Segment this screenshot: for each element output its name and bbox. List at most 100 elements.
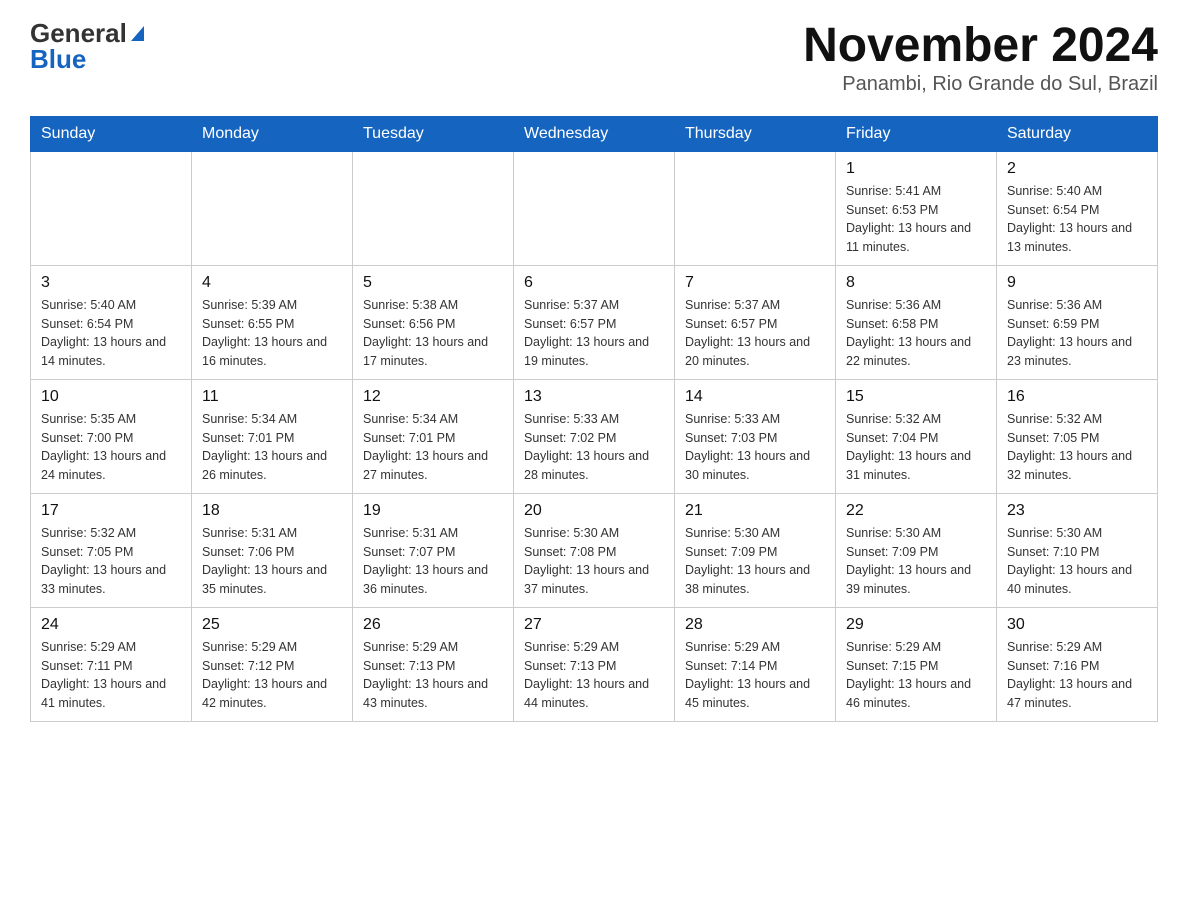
day-info: Sunrise: 5:29 AMSunset: 7:15 PMDaylight:… xyxy=(846,638,986,713)
header-tuesday: Tuesday xyxy=(353,116,514,151)
day-number: 6 xyxy=(524,274,664,292)
month-title: November 2024 xyxy=(803,20,1158,73)
day-info: Sunrise: 5:30 AMSunset: 7:09 PMDaylight:… xyxy=(846,524,986,599)
day-info: Sunrise: 5:36 AMSunset: 6:58 PMDaylight:… xyxy=(846,296,986,371)
page-header: General Blue November 2024 Panambi, Rio … xyxy=(30,20,1158,96)
day-number: 14 xyxy=(685,388,825,406)
day-number: 24 xyxy=(41,616,181,634)
day-info: Sunrise: 5:29 AMSunset: 7:11 PMDaylight:… xyxy=(41,638,181,713)
day-number: 29 xyxy=(846,616,986,634)
header-monday: Monday xyxy=(192,116,353,151)
calendar-cell: 3Sunrise: 5:40 AMSunset: 6:54 PMDaylight… xyxy=(31,265,192,379)
calendar-cell: 8 Sunrise: 5:36 AMSunset: 6:58 PMDaylight… xyxy=(836,265,997,379)
logo: General Blue xyxy=(30,20,144,72)
header-thursday: Thursday xyxy=(675,116,836,151)
calendar-cell: 27 Sunrise: 5:29 AMSunset: 7:13 PMDayligh… xyxy=(514,607,675,721)
day-info: Sunrise: 5:40 AMSunset: 6:54 PMDaylight:… xyxy=(1007,182,1147,257)
calendar-cell xyxy=(675,151,836,265)
calendar-cell: 11 Sunrise: 5:34 AMSunset: 7:01 PMDayligh… xyxy=(192,379,353,493)
day-number: 11 xyxy=(202,388,342,406)
day-info: Sunrise: 5:30 AMSunset: 7:09 PMDaylight:… xyxy=(685,524,825,599)
day-info: Sunrise: 5:32 AMSunset: 7:04 PMDaylight:… xyxy=(846,410,986,485)
logo-triangle-icon xyxy=(131,26,144,41)
day-info: Sunrise: 5:35 AMSunset: 7:00 PMDaylight:… xyxy=(41,410,181,485)
calendar-week-row: 1 Sunrise: 5:41 AMSunset: 6:53 PMDaylight… xyxy=(31,151,1158,265)
calendar-cell: 10Sunrise: 5:35 AMSunset: 7:00 PMDayligh… xyxy=(31,379,192,493)
day-number: 20 xyxy=(524,502,664,520)
day-info: Sunrise: 5:41 AMSunset: 6:53 PMDaylight:… xyxy=(846,182,986,257)
logo-blue-text: Blue xyxy=(30,46,86,72)
calendar-cell: 24 Sunrise: 5:29 AMSunset: 7:11 PMDayligh… xyxy=(31,607,192,721)
day-info: Sunrise: 5:36 AMSunset: 6:59 PMDaylight:… xyxy=(1007,296,1147,371)
header-friday: Friday xyxy=(836,116,997,151)
calendar-cell: 25 Sunrise: 5:29 AMSunset: 7:12 PMDayligh… xyxy=(192,607,353,721)
calendar-cell: 19 Sunrise: 5:31 AMSunset: 7:07 PMDayligh… xyxy=(353,493,514,607)
day-number: 18 xyxy=(202,502,342,520)
day-number: 7 xyxy=(685,274,825,292)
day-info: Sunrise: 5:30 AMSunset: 7:10 PMDaylight:… xyxy=(1007,524,1147,599)
calendar-cell: 16Sunrise: 5:32 AMSunset: 7:05 PMDayligh… xyxy=(997,379,1158,493)
day-number: 19 xyxy=(363,502,503,520)
day-info: Sunrise: 5:31 AMSunset: 7:07 PMDaylight:… xyxy=(363,524,503,599)
day-info: Sunrise: 5:29 AMSunset: 7:12 PMDaylight:… xyxy=(202,638,342,713)
calendar-cell: 17Sunrise: 5:32 AMSunset: 7:05 PMDayligh… xyxy=(31,493,192,607)
calendar-cell: 26 Sunrise: 5:29 AMSunset: 7:13 PMDayligh… xyxy=(353,607,514,721)
calendar-cell: 5 Sunrise: 5:38 AMSunset: 6:56 PMDaylight… xyxy=(353,265,514,379)
header-saturday: Saturday xyxy=(997,116,1158,151)
day-info: Sunrise: 5:29 AMSunset: 7:14 PMDaylight:… xyxy=(685,638,825,713)
calendar-cell: 29 Sunrise: 5:29 AMSunset: 7:15 PMDayligh… xyxy=(836,607,997,721)
day-info: Sunrise: 5:31 AMSunset: 7:06 PMDaylight:… xyxy=(202,524,342,599)
calendar-table: Sunday Monday Tuesday Wednesday Thursday… xyxy=(30,116,1158,722)
location-text: Panambi, Rio Grande do Sul, Brazil xyxy=(803,73,1158,96)
logo-general-text: General xyxy=(30,20,127,46)
calendar-cell xyxy=(192,151,353,265)
calendar-cell xyxy=(514,151,675,265)
day-number: 12 xyxy=(363,388,503,406)
day-number: 26 xyxy=(363,616,503,634)
day-info: Sunrise: 5:37 AMSunset: 6:57 PMDaylight:… xyxy=(524,296,664,371)
title-block: November 2024 Panambi, Rio Grande do Sul… xyxy=(803,20,1158,96)
calendar-week-row: 17Sunrise: 5:32 AMSunset: 7:05 PMDayligh… xyxy=(31,493,1158,607)
day-number: 23 xyxy=(1007,502,1147,520)
calendar-cell xyxy=(353,151,514,265)
calendar-cell: 28 Sunrise: 5:29 AMSunset: 7:14 PMDayligh… xyxy=(675,607,836,721)
day-info: Sunrise: 5:34 AMSunset: 7:01 PMDaylight:… xyxy=(363,410,503,485)
day-info: Sunrise: 5:34 AMSunset: 7:01 PMDaylight:… xyxy=(202,410,342,485)
calendar-cell: 15 Sunrise: 5:32 AMSunset: 7:04 PMDayligh… xyxy=(836,379,997,493)
day-number: 1 xyxy=(846,160,986,178)
calendar-cell: 20 Sunrise: 5:30 AMSunset: 7:08 PMDayligh… xyxy=(514,493,675,607)
day-number: 4 xyxy=(202,274,342,292)
calendar-cell: 23 Sunrise: 5:30 AMSunset: 7:10 PMDayligh… xyxy=(997,493,1158,607)
day-info: Sunrise: 5:39 AMSunset: 6:55 PMDaylight:… xyxy=(202,296,342,371)
day-number: 15 xyxy=(846,388,986,406)
day-number: 13 xyxy=(524,388,664,406)
day-number: 9 xyxy=(1007,274,1147,292)
day-number: 8 xyxy=(846,274,986,292)
calendar-cell: 30Sunrise: 5:29 AMSunset: 7:16 PMDayligh… xyxy=(997,607,1158,721)
calendar-cell: 21Sunrise: 5:30 AMSunset: 7:09 PMDayligh… xyxy=(675,493,836,607)
day-number: 5 xyxy=(363,274,503,292)
day-number: 28 xyxy=(685,616,825,634)
calendar-cell: 13 Sunrise: 5:33 AMSunset: 7:02 PMDayligh… xyxy=(514,379,675,493)
calendar-cell: 14Sunrise: 5:33 AMSunset: 7:03 PMDayligh… xyxy=(675,379,836,493)
day-number: 22 xyxy=(846,502,986,520)
day-number: 25 xyxy=(202,616,342,634)
header-sunday: Sunday xyxy=(31,116,192,151)
day-info: Sunrise: 5:29 AMSunset: 7:13 PMDaylight:… xyxy=(524,638,664,713)
day-info: Sunrise: 5:29 AMSunset: 7:13 PMDaylight:… xyxy=(363,638,503,713)
day-info: Sunrise: 5:38 AMSunset: 6:56 PMDaylight:… xyxy=(363,296,503,371)
day-info: Sunrise: 5:32 AMSunset: 7:05 PMDaylight:… xyxy=(1007,410,1147,485)
day-number: 27 xyxy=(524,616,664,634)
day-number: 17 xyxy=(41,502,181,520)
calendar-cell xyxy=(31,151,192,265)
day-info: Sunrise: 5:37 AMSunset: 6:57 PMDaylight:… xyxy=(685,296,825,371)
calendar-cell: 2Sunrise: 5:40 AMSunset: 6:54 PMDaylight… xyxy=(997,151,1158,265)
calendar-week-row: 3Sunrise: 5:40 AMSunset: 6:54 PMDaylight… xyxy=(31,265,1158,379)
calendar-cell: 18 Sunrise: 5:31 AMSunset: 7:06 PMDayligh… xyxy=(192,493,353,607)
calendar-week-row: 10Sunrise: 5:35 AMSunset: 7:00 PMDayligh… xyxy=(31,379,1158,493)
day-info: Sunrise: 5:33 AMSunset: 7:02 PMDaylight:… xyxy=(524,410,664,485)
day-info: Sunrise: 5:29 AMSunset: 7:16 PMDaylight:… xyxy=(1007,638,1147,713)
calendar-cell: 1 Sunrise: 5:41 AMSunset: 6:53 PMDaylight… xyxy=(836,151,997,265)
day-number: 3 xyxy=(41,274,181,292)
day-info: Sunrise: 5:30 AMSunset: 7:08 PMDaylight:… xyxy=(524,524,664,599)
